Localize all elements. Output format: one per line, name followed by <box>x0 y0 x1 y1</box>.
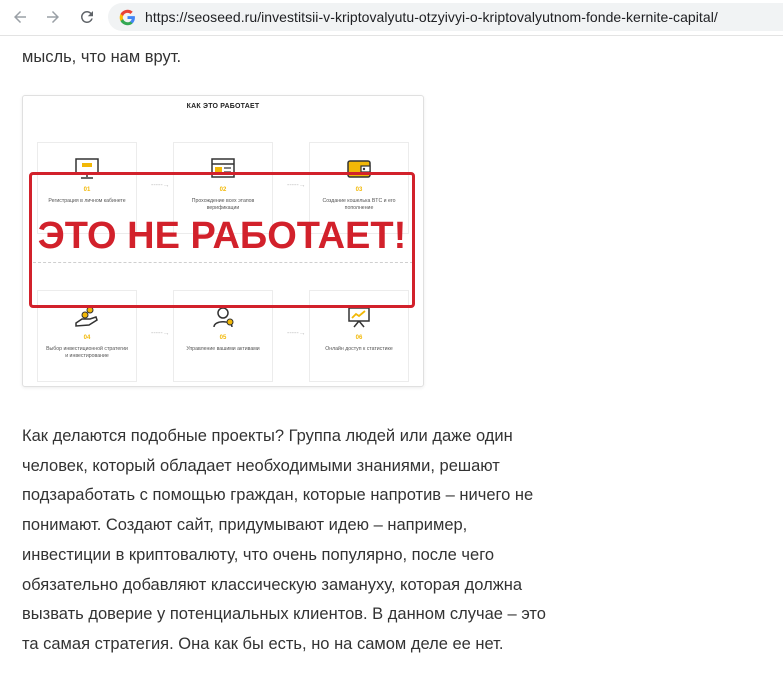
step-number: 06 <box>355 335 363 341</box>
step-number: 04 <box>83 335 91 341</box>
arrow-right-icon: -----→ <box>287 330 306 337</box>
step-description: Управление вашими активами <box>186 346 260 352</box>
address-bar[interactable]: https://seoseed.ru/investitsii-v-kriptov… <box>108 3 783 31</box>
google-g-icon <box>117 7 137 27</box>
paragraph-line: человек, который обладает необходимыми з… <box>22 456 500 475</box>
reload-button[interactable] <box>75 5 99 29</box>
arrow-left-icon <box>14 11 26 23</box>
paragraph-line: инвестиции в криптовалюту, что очень поп… <box>22 545 495 564</box>
url-text[interactable]: https://seoseed.ru/investitsii-v-kriptov… <box>145 9 718 25</box>
step-description: Онлайн доступ к статистике <box>325 346 393 352</box>
hand-coins-icon <box>75 306 98 327</box>
figure-title: КАК ЭТО РАБОТАЕТ <box>186 103 260 110</box>
paragraph-line: Как делаются подобные проекты? Группа лю… <box>22 427 513 445</box>
arrow-right-icon <box>47 11 59 23</box>
back-button[interactable] <box>8 5 32 29</box>
step-description: Выбор инвестиционной стратегии и инвести… <box>46 346 128 359</box>
paragraph-line: подзаработать с помощью граждан, которые… <box>22 486 534 505</box>
reload-icon <box>80 10 93 23</box>
user-gear-icon <box>213 307 234 328</box>
paragraph-line: понимают. Создают сайт, придумывают идею… <box>22 516 468 535</box>
browser-toolbar: https://seoseed.ru/investitsii-v-kriptov… <box>0 0 783 36</box>
arrow-right-icon: -----→ <box>151 330 170 337</box>
article-lead-text: мысль, что нам врут. <box>22 48 182 66</box>
stamp-text: ЭТО НЕ РАБОТАЕТ! <box>37 215 407 257</box>
step-number: 05 <box>219 335 227 341</box>
paragraph-line: вызвать доверие у потенциальных клиентов… <box>22 605 546 624</box>
paragraph-line: обязательно добавляют классическую заман… <box>22 575 523 594</box>
forward-button[interactable] <box>41 5 65 29</box>
how-it-works-image: КАК ЭТО РАБОТАЕТ 01 Регистрация в личном… <box>22 95 424 387</box>
paragraph-line: та самая стратегия. Она как бы есть, но … <box>22 634 504 653</box>
presentation-chart-icon <box>348 307 370 328</box>
article-paragraph: Как делаются подобные проекты? Группа лю… <box>22 422 592 660</box>
warning-stamp: ЭТО НЕ РАБОТАЕТ! <box>29 172 415 308</box>
